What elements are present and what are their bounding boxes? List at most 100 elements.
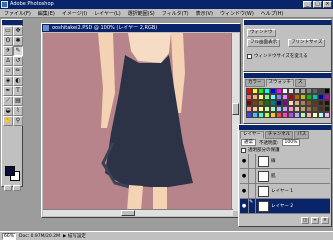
eyedropper-tool-icon[interactable]: ⌇ <box>13 106 23 116</box>
layer-row-active[interactable]: ● ✎ レイヤー 2 <box>240 198 330 214</box>
opacity-input[interactable]: 100% <box>281 139 301 146</box>
swatch-grid <box>246 88 330 123</box>
lasso-tool-icon[interactable]: ʘ <box>3 36 13 46</box>
menu-layer[interactable]: レイヤー(L) <box>94 10 121 17</box>
status-hint: ▶ 描写設定 <box>62 234 86 239</box>
layer-mask-icon[interactable]: ◫ <box>301 217 309 224</box>
marquee-tool-icon[interactable]: ▭ <box>3 26 13 36</box>
layer-name: 線 <box>271 159 276 164</box>
print-size-button[interactable]: プリントサイズ <box>288 39 326 47</box>
trash-icon[interactable]: ✕ <box>321 217 329 224</box>
tab-styles[interactable]: ス <box>295 79 306 87</box>
rubber-stamp-tool-icon[interactable]: ♙ <box>3 56 13 66</box>
layer-name: レイヤー 1 <box>271 189 294 194</box>
type-tool-icon[interactable]: T <box>13 86 23 96</box>
menu-image[interactable]: イメージ(I) <box>62 10 87 17</box>
photoshop-logo-icon <box>1 1 8 8</box>
tab-color[interactable]: カラー <box>245 79 265 87</box>
document-window: ooshitakei2.PSD @ 100% (レイヤー 2,RGB) <box>41 23 241 218</box>
toolbox: ▭ ✥ ʘ ✱ ✈ ✎ ♙ ↺ ▱ ✏ ◈ ◐ ✒ T ⟋ ▤ ◒ ⌇ ✋ ⚲ <box>1 19 23 191</box>
magic-wand-tool-icon[interactable]: ✱ <box>13 36 23 46</box>
link-slot[interactable] <box>249 153 256 169</box>
fit-window-button[interactable]: ウィンドウ <box>247 29 276 37</box>
navigator-caption[interactable] <box>244 20 331 25</box>
link-slot[interactable] <box>249 183 256 199</box>
zoom-tool-icon[interactable]: ⚲ <box>13 116 23 126</box>
eraser-tool-icon[interactable]: ▱ <box>3 66 13 76</box>
paint-bucket-tool-icon[interactable]: ◒ <box>3 106 13 116</box>
horizontal-scrollbar[interactable] <box>43 209 233 216</box>
gradient-tool-icon[interactable]: ▤ <box>13 96 23 106</box>
swatches-tabs: カラー スウォッチ ス <box>244 78 331 87</box>
layers-tabs: レイヤー チャンネル パス <box>239 130 331 139</box>
standard-mode-icon[interactable] <box>4 185 12 191</box>
blur-tool-icon[interactable]: ◈ <box>3 76 13 86</box>
pencil-tool-icon[interactable]: ✏ <box>13 66 23 76</box>
menu-select[interactable]: 選択範囲(S) <box>128 10 155 17</box>
tab-paths[interactable]: パス <box>294 131 310 139</box>
minimize-button[interactable]: _ <box>303 1 312 8</box>
eye-icon[interactable]: ● <box>240 153 249 169</box>
full-screen-button[interactable]: フル画面表示 <box>247 39 280 47</box>
menu-edit[interactable]: 編集(E) <box>38 10 55 17</box>
measure-tool-icon[interactable]: ⟋ <box>3 96 13 106</box>
maximize-button[interactable]: □ <box>313 1 322 8</box>
foreground-color-swatch[interactable] <box>5 166 15 176</box>
horizontal-scroll-thumb[interactable] <box>121 210 135 216</box>
layer-buttons: ◫ + ✕ <box>241 217 329 224</box>
menu-help[interactable]: ヘルプ(H) <box>261 10 284 17</box>
status-bar: 66% Doc: 0.97M/20.2M ▶ 描写設定 <box>0 231 333 240</box>
blend-mode-select[interactable]: 通常 <box>241 139 256 146</box>
layer-row[interactable]: ● 線 <box>240 153 330 169</box>
menu-bar: ファイル(F) 編集(E) イメージ(I) レイヤー(L) 選択範囲(S) フィ… <box>0 9 333 18</box>
zoom-field[interactable]: 66% <box>2 232 16 240</box>
close-button[interactable]: × <box>323 1 332 8</box>
airbrush-tool-icon[interactable]: ✈ <box>3 46 13 56</box>
menu-filter[interactable]: フィルタ(T) <box>162 10 189 17</box>
history-brush-tool-icon[interactable]: ↺ <box>13 56 23 66</box>
window-controls: _ □ × <box>303 1 332 8</box>
pen-tool-icon[interactable]: ✒ <box>3 86 13 96</box>
document-title-bar[interactable]: ooshitakei2.PSD @ 100% (レイヤー 2,RGB) <box>42 24 240 32</box>
image-canvas[interactable] <box>43 33 233 211</box>
dodge-tool-icon[interactable]: ◐ <box>13 76 23 86</box>
document-icon <box>43 25 49 31</box>
menu-window[interactable]: ウィンドウ(W) <box>220 10 254 17</box>
preserve-transparency-label: 透明部分の保護 <box>248 148 280 153</box>
checkbox-box-icon[interactable] <box>241 147 246 153</box>
menu-file[interactable]: ファイル(F) <box>4 10 31 17</box>
move-tool-icon[interactable]: ✥ <box>13 26 23 36</box>
layer-row[interactable]: ● レイヤー 1 <box>240 183 330 199</box>
quickmask-mode-icon[interactable] <box>13 185 21 191</box>
document-title: ooshitakei2.PSD @ 100% (レイヤー 2,RGB) <box>52 25 158 31</box>
link-slot[interactable] <box>249 168 256 184</box>
eye-icon[interactable]: ● <box>240 168 249 184</box>
layer-thumbnail <box>258 170 269 182</box>
tab-channels[interactable]: チャンネル <box>264 131 294 139</box>
layer-thumbnail <box>258 200 269 212</box>
eye-icon[interactable]: ● <box>240 198 249 214</box>
checkbox-box-icon[interactable] <box>247 53 252 59</box>
menu-view[interactable]: 表示(V) <box>196 10 213 17</box>
photoshop-app: Adobe Photoshop _ □ × ファイル(F) 編集(E) イメージ… <box>0 0 333 240</box>
tab-swatches[interactable]: スウォッチ <box>265 79 294 87</box>
eye-icon[interactable]: ● <box>240 183 249 199</box>
layer-row[interactable]: ● 肌 <box>240 168 330 184</box>
new-layer-icon[interactable]: + <box>311 217 319 224</box>
hand-tool-icon[interactable]: ✋ <box>3 116 13 126</box>
preserve-transparency-checkbox[interactable]: 透明部分の保護 <box>241 147 280 153</box>
opacity-label: 不透明度: <box>259 140 279 146</box>
blend-row: 通常 不透明度: 100% <box>241 139 301 146</box>
doc-size-info: Doc: 0.97M/20.2M <box>19 233 60 239</box>
tab-layers[interactable]: レイヤー <box>240 131 264 139</box>
tool-grid: ▭ ✥ ʘ ✱ ✈ ✎ ♙ ↺ ▱ ✏ ◈ ◐ ✒ T ⟋ ▤ ◒ ⌇ ✋ ⚲ <box>2 25 23 127</box>
layer-thumbnail <box>258 155 269 167</box>
color-swatch[interactable] <box>324 112 330 118</box>
resize-window-checkbox[interactable]: ウィンドウサイズを変える <box>247 53 308 59</box>
brush-icon[interactable]: ✎ <box>249 198 256 214</box>
mode-buttons <box>4 185 21 191</box>
brush-tool-icon[interactable]: ✎ <box>13 46 23 56</box>
vertical-scroll-thumb[interactable] <box>232 103 239 115</box>
layers-palette: レイヤー チャンネル パス 通常 不透明度: 100% 透明部分の保護 ● 線 … <box>238 124 332 227</box>
layer-name: 肌 <box>271 174 276 179</box>
